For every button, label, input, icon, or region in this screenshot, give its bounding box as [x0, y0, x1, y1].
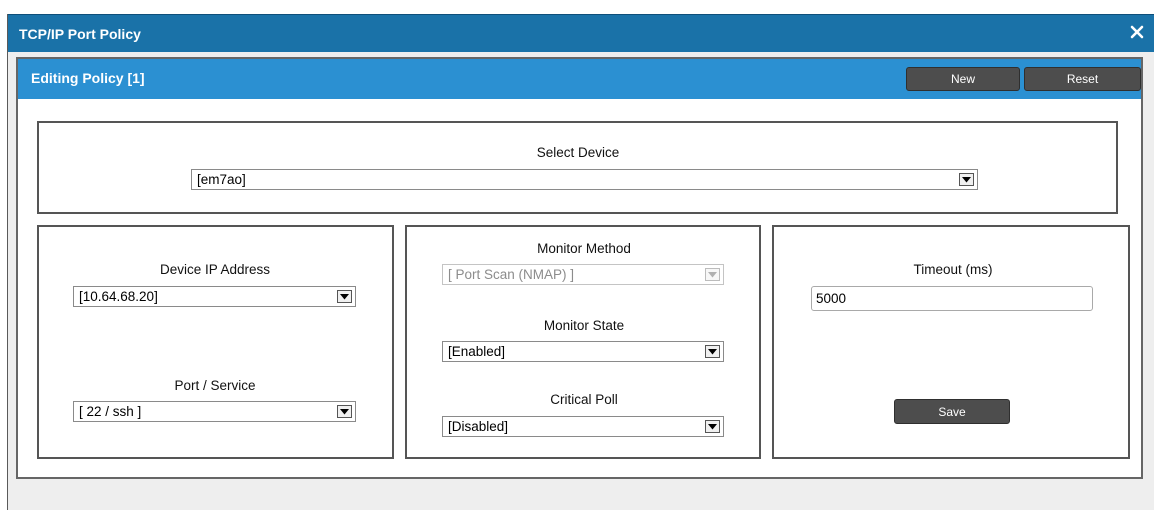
save-button[interactable]: Save: [894, 399, 1010, 424]
monitor-method-value: [ Port Scan (NMAP) ]: [448, 267, 575, 282]
new-button[interactable]: New: [906, 67, 1020, 91]
device-ip-section: Device IP Address [10.64.68.20] Port / S…: [37, 225, 394, 459]
select-device-dropdown[interactable]: [em7ao]: [191, 169, 978, 190]
chevron-down-icon: [705, 268, 720, 281]
timeout-label: Timeout (ms): [913, 262, 993, 277]
dialog-title: TCP/IP Port Policy: [19, 26, 141, 42]
dialog-titlebar: TCP/IP Port Policy: [8, 14, 1154, 52]
chevron-down-icon: [337, 290, 352, 303]
chevron-down-icon: [959, 173, 974, 186]
device-ip-value: [10.64.68.20]: [79, 289, 158, 304]
panel-header: Editing Policy [1] New Reset: [18, 59, 1141, 99]
port-service-label: Port / Service: [174, 378, 256, 393]
chevron-down-icon: [337, 405, 352, 418]
close-icon[interactable]: [1126, 21, 1148, 43]
reset-button[interactable]: Reset: [1024, 67, 1141, 91]
chevron-down-icon: [705, 420, 720, 433]
device-ip-label: Device IP Address: [159, 262, 271, 277]
select-device-value: [em7ao]: [197, 172, 246, 187]
critical-poll-label: Critical Poll: [550, 392, 618, 407]
monitor-state-value: [Enabled]: [448, 344, 506, 359]
panel-title: Editing Policy [1]: [31, 70, 145, 86]
editing-policy-panel: Editing Policy [1] New Reset Select Devi…: [16, 57, 1143, 479]
timeout-input[interactable]: [811, 286, 1093, 311]
monitor-method-dropdown: [ Port Scan (NMAP) ]: [442, 264, 724, 285]
monitor-method-label: Monitor Method: [537, 241, 631, 256]
dialog-window: TCP/IP Port Policy Editing Policy [1] Ne…: [7, 14, 1154, 510]
monitor-state-dropdown[interactable]: [Enabled]: [442, 341, 724, 362]
select-device-section: Select Device [em7ao]: [37, 121, 1118, 214]
critical-poll-value: [Disabled]: [448, 419, 509, 434]
port-service-value: [ 22 / ssh ]: [79, 404, 142, 419]
monitor-settings-section: Monitor Method [ Port Scan (NMAP) ] Moni…: [405, 225, 761, 459]
timeout-section: Timeout (ms) Save: [772, 225, 1130, 459]
port-service-dropdown[interactable]: [ 22 / ssh ]: [73, 401, 356, 422]
chevron-down-icon: [705, 345, 720, 358]
select-device-label: Select Device: [536, 145, 620, 160]
critical-poll-dropdown[interactable]: [Disabled]: [442, 416, 724, 437]
monitor-state-label: Monitor State: [543, 318, 625, 333]
device-ip-dropdown[interactable]: [10.64.68.20]: [73, 286, 356, 307]
